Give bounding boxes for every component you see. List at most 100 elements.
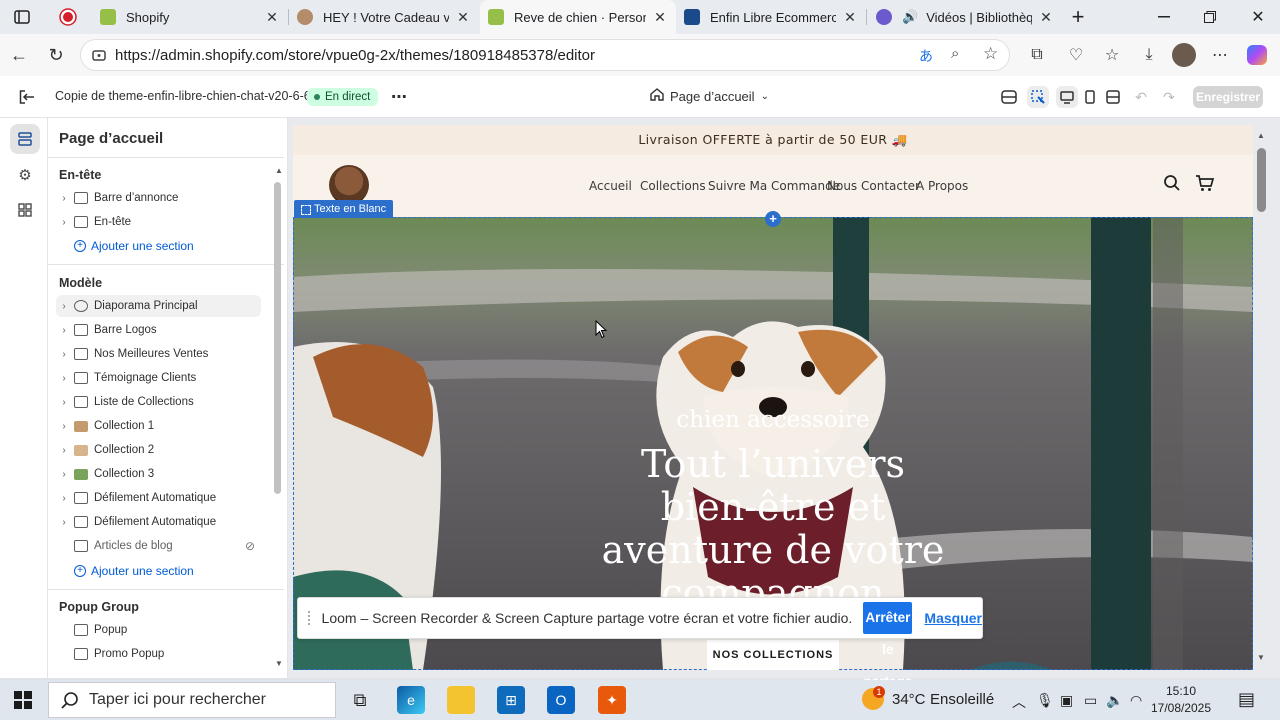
volume-icon[interactable]: 🔈 xyxy=(1106,692,1123,709)
announcement-bar[interactable]: Livraison OFFERTE à partir de 50 EUR 🚚 xyxy=(293,125,1253,155)
stop-sharing-button[interactable]: Arrêter le partage xyxy=(863,602,913,689)
weather-temperature[interactable]: 34°C xyxy=(892,691,926,708)
eye-hidden-icon[interactable]: ⊘ xyxy=(245,539,255,553)
app-icon[interactable]: ✦ xyxy=(598,686,626,714)
tab-videos[interactable]: 🔊 Vidéos | Bibliothèqu ✕ xyxy=(868,0,1062,34)
section-item-collection-1[interactable]: › Collection 1 xyxy=(56,415,261,437)
back-arrow-icon[interactable]: ← xyxy=(6,42,32,68)
browser-essentials-icon[interactable]: ♡ xyxy=(1063,42,1089,68)
close-icon[interactable]: ✕ xyxy=(455,9,471,26)
section-item-articles-blog[interactable]: Articles de blog ⊘ xyxy=(56,535,261,557)
search-icon[interactable] xyxy=(1163,174,1181,195)
close-icon[interactable]: ✕ xyxy=(264,9,280,26)
store-logo[interactable] xyxy=(329,165,369,205)
scroll-down-arrow-icon[interactable]: ▼ xyxy=(275,659,283,668)
chevron-right-icon[interactable]: › xyxy=(56,349,72,360)
tab-actions-icon[interactable] xyxy=(0,0,44,34)
nav-accueil[interactable]: Accueil xyxy=(589,179,632,193)
more-menu-icon[interactable]: ⋯ xyxy=(1207,42,1233,68)
section-item-popup[interactable]: Popup xyxy=(56,619,261,641)
chevron-up-icon[interactable]: ︿ xyxy=(1012,692,1026,712)
nav-a-propos[interactable]: A Propos xyxy=(916,179,968,193)
page-selector[interactable]: Page d’accueil ⌄ xyxy=(650,88,769,104)
tab-shopify[interactable]: Shopify ✕ xyxy=(92,0,288,34)
windows-start-icon[interactable] xyxy=(14,691,32,709)
favorites-icon[interactable]: ☆ xyxy=(1099,42,1125,68)
microsoft-store-icon[interactable]: ⊞ xyxy=(497,686,525,714)
close-icon[interactable]: ✕ xyxy=(842,9,858,26)
battery-icon[interactable]: ▭ xyxy=(1084,692,1097,709)
more-actions-icon[interactable]: ⋯ xyxy=(388,86,410,108)
file-explorer-icon[interactable] xyxy=(447,686,475,714)
chevron-right-icon[interactable]: › xyxy=(56,517,72,528)
hide-link[interactable]: Masquer xyxy=(924,610,982,626)
close-window-icon[interactable]: ✕ xyxy=(1236,0,1280,34)
add-section-link[interactable]: + Ajouter une section xyxy=(74,564,194,578)
settings-gear-icon[interactable]: ⚙ xyxy=(10,160,40,190)
drag-handle-icon[interactable] xyxy=(308,611,312,625)
system-clock[interactable]: 15:10 17/08/2025 xyxy=(1150,683,1212,717)
section-item-barre-logos[interactable]: › Barre Logos xyxy=(56,319,261,341)
tab-enfin-libre[interactable]: Enfin Libre Ecommerce ✕ xyxy=(676,0,866,34)
section-label-tag[interactable]: Texte en Blanc xyxy=(294,200,394,218)
section-item-barre-annonce[interactable]: › Barre d’annonce xyxy=(56,187,261,209)
redo-icon[interactable]: ↷ xyxy=(1158,86,1180,108)
hero-collections-button[interactable]: NOS COLLECTIONS xyxy=(707,640,839,670)
close-icon[interactable]: ✕ xyxy=(1038,9,1054,26)
desktop-view-icon[interactable] xyxy=(1056,86,1078,108)
new-tab-icon[interactable]: + xyxy=(1056,0,1100,34)
reload-icon[interactable]: ↻ xyxy=(43,42,69,68)
meet-icon[interactable]: ▣ xyxy=(1060,692,1073,709)
section-item-meilleures-ventes[interactable]: › Nos Meilleures Ventes xyxy=(56,343,261,365)
favorite-star-icon[interactable]: ☆ xyxy=(983,44,998,64)
add-section-link[interactable]: + Ajouter une section xyxy=(74,239,194,253)
scroll-up-arrow-icon[interactable]: ▲ xyxy=(1257,131,1265,140)
mobile-view-icon[interactable] xyxy=(1079,86,1101,108)
nav-nous-contacter[interactable]: Nous Contacter xyxy=(827,179,920,193)
taskbar-search-field[interactable]: Taper ici pour rechercher xyxy=(48,682,336,718)
section-item-collection-2[interactable]: › Collection 2 xyxy=(56,439,261,461)
store-preview[interactable]: Livraison OFFERTE à partir de 50 EUR 🚚 A… xyxy=(293,125,1253,670)
apps-icon[interactable] xyxy=(10,195,40,225)
cart-icon[interactable] xyxy=(1195,174,1215,195)
section-item-defilement-1[interactable]: › Défilement Automatique xyxy=(56,487,261,509)
task-view-icon[interactable]: ⧉ xyxy=(346,686,374,714)
section-item-collection-3[interactable]: › Collection 3 xyxy=(56,463,261,485)
full-width-view-icon[interactable] xyxy=(1102,86,1124,108)
wifi-icon[interactable]: ◠ xyxy=(1130,692,1142,709)
copilot-icon[interactable] xyxy=(1244,42,1270,68)
zoom-icon[interactable]: ⌕ xyxy=(951,45,959,62)
chevron-right-icon[interactable]: › xyxy=(56,445,72,456)
translate-icon[interactable]: あ xyxy=(919,46,933,66)
chevron-right-icon[interactable]: › xyxy=(56,301,72,312)
nav-suivre-commande[interactable]: Suivre Ma Commande xyxy=(708,179,840,193)
preview-scrollbar[interactable] xyxy=(1257,148,1266,212)
downloads-icon[interactable]: ⤓ xyxy=(1136,42,1162,68)
panel-scrollbar[interactable] xyxy=(274,182,281,494)
nav-collections[interactable]: Collections xyxy=(640,179,706,193)
section-item-temoignage[interactable]: › Témoignage Clients xyxy=(56,367,261,389)
exit-icon[interactable] xyxy=(16,86,38,108)
chevron-right-icon[interactable]: › xyxy=(56,493,72,504)
section-item-liste-collections[interactable]: › Liste de Collections xyxy=(56,391,261,413)
edge-browser-icon[interactable]: e xyxy=(397,686,425,714)
chevron-right-icon[interactable]: › xyxy=(56,325,72,336)
chevron-right-icon[interactable]: › xyxy=(56,421,72,432)
record-icon[interactable] xyxy=(46,0,90,34)
theme-settings-icon[interactable] xyxy=(998,86,1020,108)
url-field[interactable]: https://admin.shopify.com/store/vpue0g-2… xyxy=(80,39,1010,71)
scroll-up-arrow-icon[interactable]: ▲ xyxy=(275,166,283,175)
save-button[interactable]: Enregistrer xyxy=(1193,86,1263,108)
profile-avatar[interactable] xyxy=(1171,42,1197,68)
section-item-defilement-2[interactable]: › Défilement Automatique xyxy=(56,511,261,533)
outlook-icon[interactable]: O xyxy=(547,686,575,714)
sections-icon[interactable] xyxy=(10,124,40,154)
chevron-right-icon[interactable]: › xyxy=(56,397,72,408)
chevron-right-icon[interactable]: › xyxy=(56,469,72,480)
section-item-en-tete[interactable]: › En-tête xyxy=(56,211,261,233)
restore-icon[interactable] xyxy=(1188,0,1232,34)
tab-reve-de-chien[interactable]: Reve de chien · Personna ✕ xyxy=(480,0,676,34)
microphone-icon[interactable]: 🎙 xyxy=(1036,692,1054,709)
scroll-down-arrow-icon[interactable]: ▼ xyxy=(1257,653,1265,662)
store-header[interactable]: Accueil Collections Suivre Ma Commande N… xyxy=(293,155,1253,217)
